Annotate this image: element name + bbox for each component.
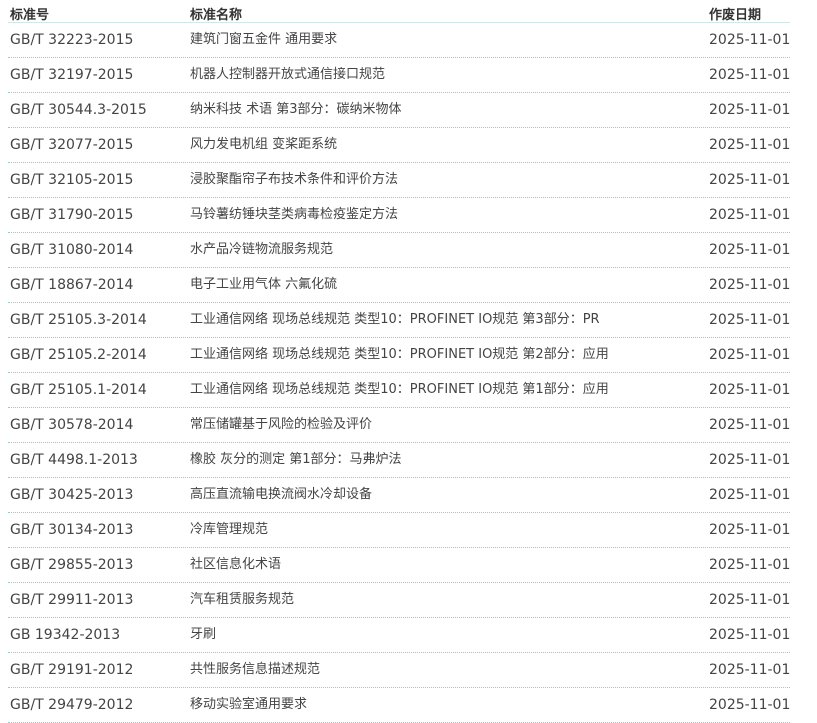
table-row[interactable]: GB/T 32223-2015 建筑门窗五金件 通用要求 2025-11-01: [8, 23, 790, 58]
standard-code: GB 19342-2013: [10, 627, 121, 643]
standard-name-link[interactable]: 浸胶聚酯帘子布技术条件和评价方法: [190, 171, 398, 189]
table-row[interactable]: GB/T 29855-2013 社区信息化术语 2025-11-01: [8, 548, 790, 583]
void-date: 2025-11-01: [709, 382, 791, 398]
table-row[interactable]: GB/T 30425-2013 高压直流输电换流阀水冷却设备 2025-11-01: [8, 478, 790, 513]
void-date: 2025-11-01: [709, 627, 791, 643]
standard-code: GB/T 30544.3-2015: [10, 102, 147, 118]
standard-name-link[interactable]: 牙刷: [190, 626, 216, 644]
void-date: 2025-11-01: [709, 32, 791, 48]
standard-code: GB/T 30578-2014: [10, 417, 134, 433]
standard-name-link[interactable]: 电子工业用气体 六氟化硫: [190, 276, 337, 294]
standard-code: GB/T 32197-2015: [10, 67, 134, 83]
table-row[interactable]: GB/T 4498.1-2013 橡胶 灰分的测定 第1部分：马弗炉法 2025-1…: [8, 443, 790, 478]
void-date: 2025-11-01: [709, 487, 791, 503]
table-row[interactable]: GB/T 32077-2015 风力发电机组 变桨距系统 2025-11-01: [8, 128, 790, 163]
table-row[interactable]: GB/T 29911-2013 汽车租赁服务规范 2025-11-01: [8, 583, 790, 618]
table-row[interactable]: GB/T 18867-2014 电子工业用气体 六氟化硫 2025-11-01: [8, 268, 790, 303]
void-date: 2025-11-01: [709, 242, 791, 258]
standard-code: GB/T 25105.1-2014: [10, 382, 147, 398]
standard-name-link[interactable]: 机器人控制器开放式通信接口规范: [190, 66, 385, 84]
void-date: 2025-11-01: [709, 102, 791, 118]
table-row[interactable]: GB/T 25105.1-2014 工业通信网络 现场总线规范 类型10：PROF…: [8, 373, 790, 408]
table-row[interactable]: GB/T 32105-2015 浸胶聚酯帘子布技术条件和评价方法 2025-11-0…: [8, 163, 790, 198]
standard-name-link[interactable]: 工业通信网络 现场总线规范 类型10：PROFINET IO规范 第3部分：PR: [190, 311, 600, 329]
void-date: 2025-11-01: [709, 557, 791, 573]
standard-name-link[interactable]: 建筑门窗五金件 通用要求: [190, 31, 337, 49]
standard-code: GB/T 31790-2015: [10, 207, 134, 223]
table-row[interactable]: GB/T 31790-2015 马铃薯纺锤块茎类病毒检疫鉴定方法 2025-11-0…: [8, 198, 790, 233]
standard-name-link[interactable]: 汽车租赁服务规范: [190, 591, 294, 609]
table-row[interactable]: GB/T 32197-2015 机器人控制器开放式通信接口规范 2025-11-01: [8, 58, 790, 93]
header-name: 标准名称: [190, 8, 243, 23]
void-date: 2025-11-01: [709, 522, 791, 538]
table-row[interactable]: GB/T 30578-2014 常压储罐基于风险的检验及评价 2025-11-01: [8, 408, 790, 443]
table-body: GB/T 32223-2015 建筑门窗五金件 通用要求 2025-11-01 GB/…: [8, 23, 790, 723]
standard-code: GB/T 29911-2013: [10, 592, 134, 608]
void-date: 2025-11-01: [709, 452, 791, 468]
void-date: 2025-11-01: [709, 137, 791, 153]
void-date: 2025-11-01: [709, 277, 791, 293]
table-row[interactable]: GB/T 31080-2014 水产品冷链物流服务规范 2025-11-01: [8, 233, 790, 268]
void-date: 2025-11-01: [709, 207, 791, 223]
void-date: 2025-11-01: [709, 697, 791, 713]
header-date: 作废日期: [709, 8, 762, 23]
void-date: 2025-11-01: [709, 592, 791, 608]
void-date: 2025-11-01: [709, 347, 791, 363]
table-row[interactable]: GB/T 30134-2013 冷库管理规范 2025-11-01: [8, 513, 790, 548]
standard-code: GB/T 32105-2015: [10, 172, 134, 188]
standard-name-link[interactable]: 共性服务信息描述规范: [190, 661, 320, 679]
void-date: 2025-11-01: [709, 312, 791, 328]
standards-table: 标准号 标准名称 作废日期 GB/T 32223-2015 建筑门窗五金件 通用要…: [8, 0, 790, 723]
void-date: 2025-11-01: [709, 172, 791, 188]
void-date: 2025-11-01: [709, 417, 791, 433]
standard-code: GB/T 29479-2012: [10, 697, 134, 713]
standard-code: GB/T 4498.1-2013: [10, 452, 138, 468]
standard-name-link[interactable]: 移动实验室通用要求: [190, 696, 307, 714]
table-header: 标准号 标准名称 作废日期: [8, 0, 790, 23]
standard-name-link[interactable]: 橡胶 灰分的测定 第1部分：马弗炉法: [190, 451, 402, 469]
standard-code: GB/T 31080-2014: [10, 242, 134, 258]
standard-code: GB/T 32077-2015: [10, 137, 134, 153]
table-row[interactable]: GB/T 29191-2012 共性服务信息描述规范 2025-11-01: [8, 653, 790, 688]
standard-code: GB/T 32223-2015: [10, 32, 134, 48]
standard-code: GB/T 25105.2-2014: [10, 347, 147, 363]
standard-code: GB/T 30134-2013: [10, 522, 134, 538]
standard-code: GB/T 30425-2013: [10, 487, 134, 503]
table-row[interactable]: GB/T 30544.3-2015 纳米科技 术语 第3部分：碳纳米物体 2025-…: [8, 93, 790, 128]
standard-code: GB/T 18867-2014: [10, 277, 134, 293]
standard-code: GB/T 29855-2013: [10, 557, 134, 573]
table-row[interactable]: GB/T 25105.2-2014 工业通信网络 现场总线规范 类型10：PROF…: [8, 338, 790, 373]
header-code: 标准号: [10, 8, 50, 23]
table-row[interactable]: GB 19342-2013 牙刷 2025-11-01: [8, 618, 790, 653]
standard-name-link[interactable]: 冷库管理规范: [190, 521, 268, 539]
standard-code: GB/T 25105.3-2014: [10, 312, 147, 328]
standard-name-link[interactable]: 水产品冷链物流服务规范: [190, 241, 333, 259]
standard-name-link[interactable]: 常压储罐基于风险的检验及评价: [190, 416, 372, 434]
standard-name-link[interactable]: 工业通信网络 现场总线规范 类型10：PROFINET IO规范 第1部分：应用: [190, 381, 609, 399]
standard-name-link[interactable]: 社区信息化术语: [190, 556, 281, 574]
standard-name-link[interactable]: 风力发电机组 变桨距系统: [190, 136, 337, 154]
standard-name-link[interactable]: 马铃薯纺锤块茎类病毒检疫鉴定方法: [190, 206, 398, 224]
table-row[interactable]: GB/T 29479-2012 移动实验室通用要求 2025-11-01: [8, 688, 790, 723]
standard-name-link[interactable]: 工业通信网络 现场总线规范 类型10：PROFINET IO规范 第2部分：应用: [190, 346, 609, 364]
standard-name-link[interactable]: 高压直流输电换流阀水冷却设备: [190, 486, 372, 504]
void-date: 2025-11-01: [709, 662, 791, 678]
standard-code: GB/T 29191-2012: [10, 662, 134, 678]
void-date: 2025-11-01: [709, 67, 791, 83]
table-row[interactable]: GB/T 25105.3-2014 工业通信网络 现场总线规范 类型10：PROF…: [8, 303, 790, 338]
standard-name-link[interactable]: 纳米科技 术语 第3部分：碳纳米物体: [190, 101, 402, 119]
